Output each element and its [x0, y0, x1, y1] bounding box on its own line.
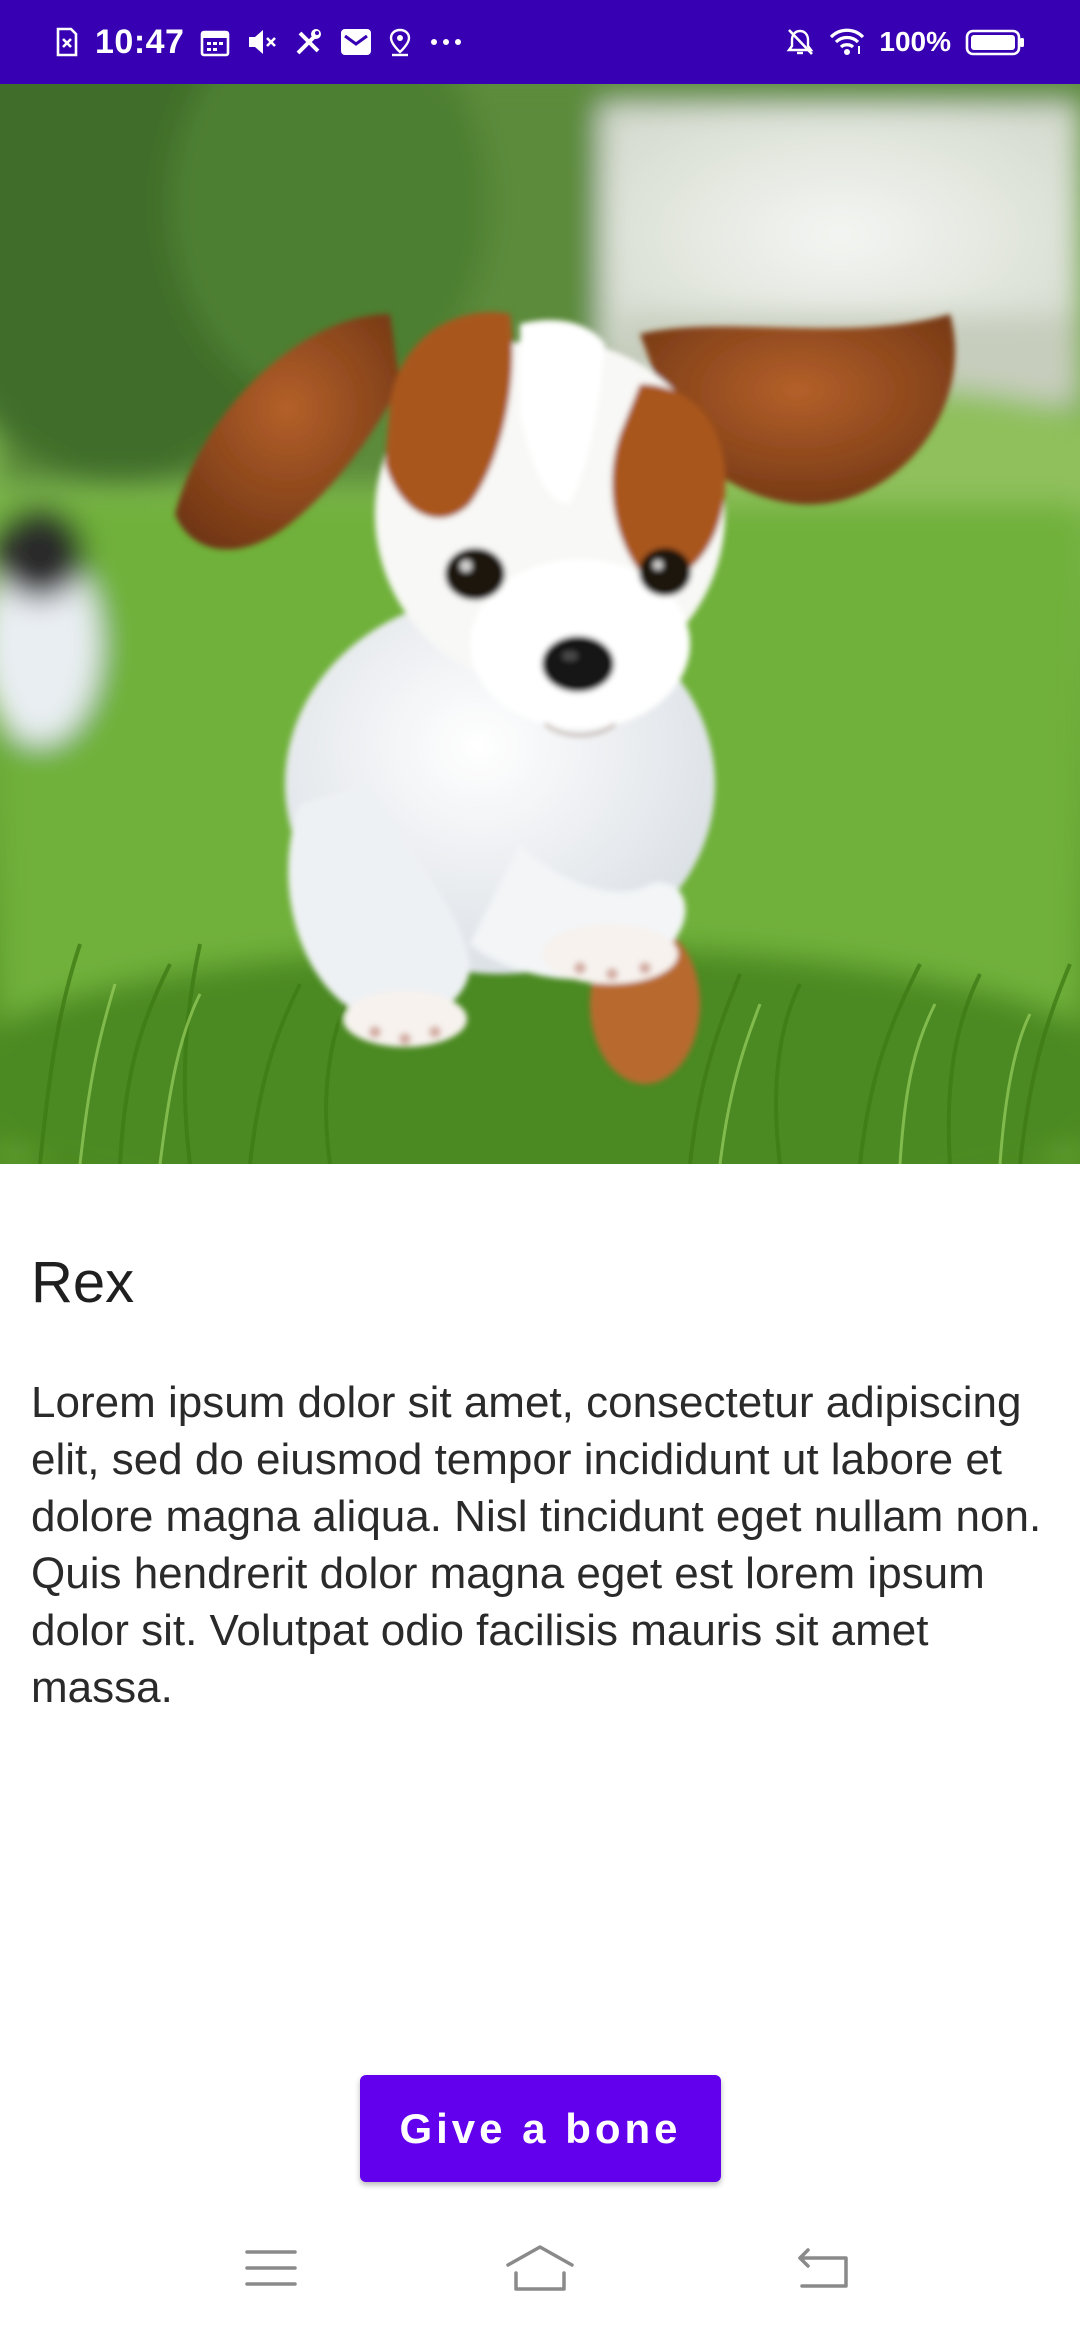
app-screen: 10:47 100% Rex Lorem ipsum dolor sit ame… [0, 0, 1080, 2340]
sim-card-icon [55, 27, 79, 57]
navigation-bar [0, 2200, 1080, 2340]
menu-icon [243, 2246, 299, 2295]
battery-percent: 100% [879, 26, 951, 57]
status-time: 10:47 [95, 22, 185, 61]
wifi-icon [829, 27, 865, 57]
tools-icon [294, 27, 324, 57]
more-dots-icon [428, 27, 464, 57]
mute-icon [246, 27, 278, 57]
dog-name: Rex [31, 1250, 135, 1315]
notifications-off-icon [785, 27, 815, 57]
calendar-icon [200, 27, 230, 57]
status-bar: 10:47 100% [0, 0, 1080, 84]
status-bar-left: 10:47 [55, 0, 464, 84]
menu-button[interactable] [201, 2200, 341, 2340]
location-icon [388, 27, 412, 57]
battery-icon [965, 27, 1025, 57]
dog-photo [0, 84, 1080, 1164]
back-button[interactable] [754, 2200, 894, 2340]
back-icon [794, 2246, 854, 2295]
give-bone-button[interactable]: Give a bone [360, 2075, 721, 2182]
home-button[interactable] [470, 2200, 610, 2340]
mail-icon [340, 27, 372, 57]
dog-description: Lorem ipsum dolor sit amet, consectetur … [31, 1378, 1042, 1712]
home-icon [504, 2243, 576, 2298]
status-bar-right: 100% [785, 0, 1025, 84]
